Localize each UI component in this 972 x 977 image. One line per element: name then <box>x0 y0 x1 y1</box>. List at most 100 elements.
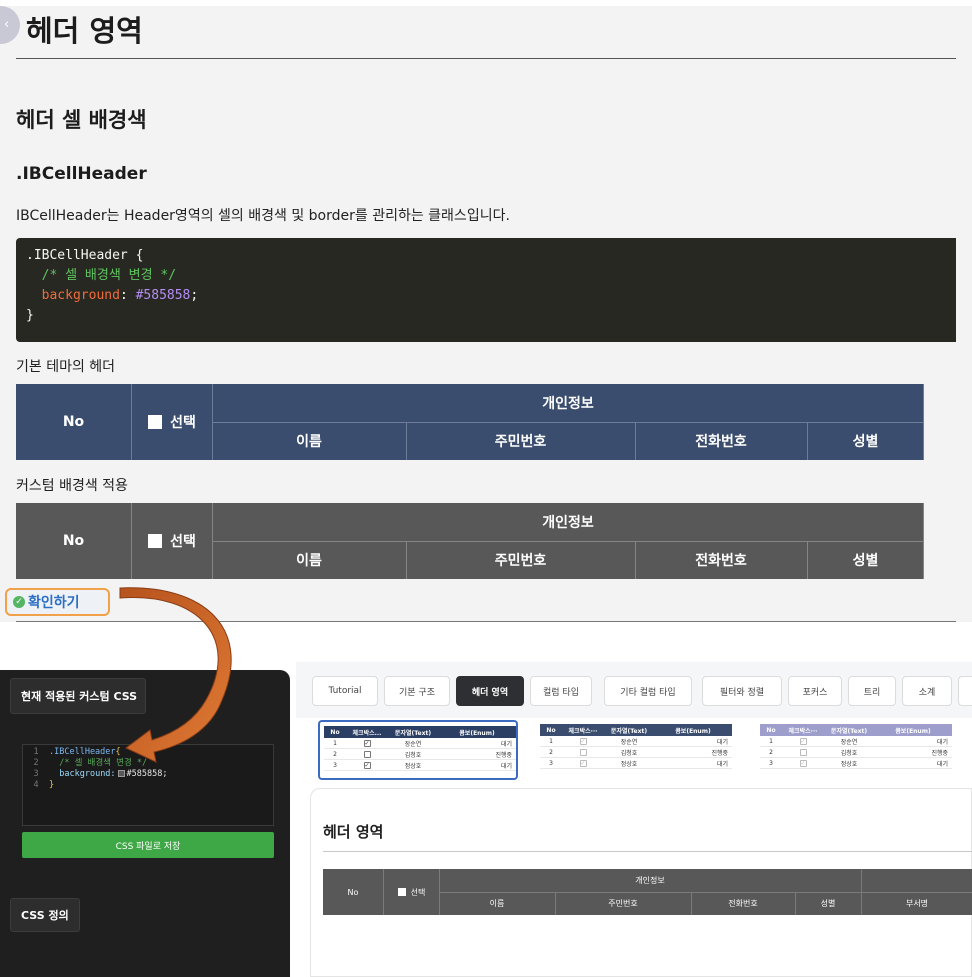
mini-grid: No 체크박스... 문자열(Text) 콤보(Enum) 1 ✓ 장순연 대기 2김… <box>324 726 516 771</box>
chevron-left-icon[interactable]: ‹ <box>0 6 20 44</box>
checkbox-checked-icon: ✓ <box>579 759 587 767</box>
mini-grid-row: 1 ✓ 장순연 대기 <box>324 738 516 749</box>
custom-bg-label: 커스텀 배경색 적용 <box>16 478 128 494</box>
mini-cell: 진행중 <box>495 751 512 759</box>
mini-cell: 2 <box>549 748 553 756</box>
mini-col-text: 문자열(Text) <box>394 729 432 737</box>
css-code-block: .IBCellHeader { /* 셀 배경색 변경 */ backgroun… <box>16 238 956 342</box>
code-value: #585858 <box>135 288 191 303</box>
tab-subtotal[interactable]: 소계 <box>902 676 952 706</box>
mini-grid-row: 1 ✓ 장순연 대기 <box>540 736 732 747</box>
mini-col-text: 문자열(Text) <box>830 727 868 735</box>
tab-filter-sort[interactable]: 필터와 정렬 <box>702 676 782 706</box>
mini-cell: 대기 <box>716 738 728 746</box>
header-select[interactable]: 선택 <box>132 384 212 460</box>
mini-grid-row: 1 ✓ 장순연 대기 <box>760 736 952 747</box>
tab-header-area[interactable]: 헤더 영역 <box>456 676 524 706</box>
page-title: 헤더 영역 <box>26 14 143 48</box>
editor-line: 2 /* 셀 배경색 변경 */ <box>23 758 273 769</box>
confirm-button[interactable]: ✓ 확인하기 <box>5 588 110 616</box>
editor-selector: .IBCellHeader <box>49 747 116 757</box>
mini-col-no: No <box>766 726 776 734</box>
grid-header: No 선택 개인정보 이름 주민번호 전화번호 성별 부서명 <box>323 869 972 915</box>
line-number: 1 <box>33 747 39 757</box>
code-colon: : <box>119 288 136 303</box>
mini-cell: 김청호 <box>840 749 858 757</box>
editor-property: background: <box>59 769 116 779</box>
header-select[interactable]: 선택 <box>132 503 212 579</box>
editor-line: 1 .IBCellHeader{ <box>23 747 273 758</box>
grid-header-select-label: 선택 <box>410 887 426 897</box>
documentation-section: ‹ 헤더 영역 헤더 셀 배경색 .IBCellHeader IBCellHea… <box>0 0 972 640</box>
line-number: 4 <box>33 780 39 790</box>
checkbox-icon[interactable] <box>148 415 163 429</box>
tab-column-type[interactable]: 컬럼 타입 <box>530 676 592 706</box>
mini-grid-row: 3 ✓ 정상호 대기 <box>324 760 516 771</box>
mini-cell: 김청호 <box>620 749 638 757</box>
code-semicolon: ; <box>190 288 199 303</box>
code-line-close: } <box>26 308 34 323</box>
confirm-button-label: 확인하기 <box>28 595 80 611</box>
mini-grid-header: No 체크박스... 문자열(Text) 콤보(Enum) <box>324 726 516 738</box>
editor-line: 4} <box>23 780 273 791</box>
header-select-label: 선택 <box>170 415 196 431</box>
header-name: 이름 <box>296 434 322 450</box>
code-line-selector: .IBCellHeader { <box>26 248 144 263</box>
mini-col-checkbox: 체크박스... <box>352 729 382 737</box>
checkbox-icon[interactable] <box>397 888 406 896</box>
mini-cell: 대기 <box>936 760 948 768</box>
mini-cell: 대기 <box>716 760 728 768</box>
checkbox-checked-icon: ✓ <box>363 739 371 747</box>
checkbox-checked-icon: ✓ <box>799 737 807 745</box>
mini-cell: 진행중 <box>711 749 728 757</box>
checkbox-icon[interactable] <box>148 534 163 548</box>
class-name-heading: .IBCellHeader <box>16 164 147 184</box>
editor-comment: /* 셀 배경색 변경 */ <box>59 758 148 768</box>
mini-col-no: No <box>546 726 556 734</box>
header-no: No <box>62 533 85 549</box>
top-margin <box>0 0 972 6</box>
mini-cell: 2 <box>769 748 773 756</box>
tab-current-css[interactable]: 현재 적용된 커스텀 CSS <box>10 678 146 714</box>
tab-other-column-type[interactable]: 기타 컬럼 타입 <box>604 676 692 706</box>
header-no: No <box>62 414 85 430</box>
grid-header-dept: 부서명 <box>905 899 929 908</box>
tab-tutorial[interactable]: Tutorial <box>312 676 378 706</box>
code-property: background <box>41 288 120 303</box>
mini-grid-row: 3 ✓ 정상호 대기 <box>540 758 732 769</box>
mini-col-combo: 콤보(Enum) <box>675 727 711 735</box>
header-gender: 성별 <box>852 553 879 569</box>
grid-header-select[interactable]: 선택 <box>384 869 439 915</box>
header-ssn: 주민번호 <box>494 434 547 450</box>
mini-grid-row: 2 김청호 진행중 <box>540 747 732 758</box>
theme-preview-2[interactable]: No 체크박스··· 문자열(Text) 콤보(Enum) 1 ✓ 장순연 대기 2김… <box>536 720 736 780</box>
grid-header-phone: 전화번호 <box>728 899 758 908</box>
checkbox-icon <box>799 748 807 756</box>
editor-value: #585858; <box>126 769 168 779</box>
css-editor[interactable]: 1 .IBCellHeader{ 2 /* 셀 배경색 변경 */ 3 backg… <box>22 744 274 826</box>
grid-header-gender: 성별 <box>820 899 836 908</box>
checkbox-checked-icon: ✓ <box>363 761 371 769</box>
divider <box>923 503 924 579</box>
theme-preview-1[interactable]: No 체크박스... 문자열(Text) 콤보(Enum) 1 ✓ 장순연 대기 2김… <box>318 720 518 780</box>
content-card: 헤더 영역 No 선택 개인정보 이름 주민번호 전화번호 성별 부서명 <box>310 788 972 977</box>
header-phone: 전화번호 <box>695 434 747 450</box>
mini-col-checkbox: 체크박스··· <box>568 727 598 735</box>
save-css-button[interactable]: CSS 파일로 저장 <box>22 832 274 858</box>
tab-css-definition[interactable]: CSS 정의 <box>10 898 80 932</box>
default-header-table: No 선택 개인정보 이름 주민번호 전화번호 성별 <box>16 384 924 460</box>
tab-tree[interactable]: 트리 <box>848 676 896 706</box>
tab-basic-structure[interactable]: 기본 구조 <box>384 676 450 706</box>
mini-cell: 1 <box>769 737 773 745</box>
theme-preview-3[interactable]: No 체크박스··· 문자열(Text) 콤보(Enum) 1 ✓ 장순연 대기 2김… <box>756 720 956 780</box>
mini-grid-header: No 체크박스··· 문자열(Text) 콤보(Enum) <box>540 724 732 736</box>
check-circle-icon: ✓ <box>13 596 25 608</box>
section-title: 헤더 셀 배경색 <box>16 108 147 132</box>
tab-more[interactable] <box>958 676 972 706</box>
mini-cell: 1 <box>333 739 337 747</box>
tab-focus[interactable]: 포커스 <box>788 676 842 706</box>
mini-cell: 정상호 <box>404 762 422 770</box>
mini-cell: 장순연 <box>620 738 638 746</box>
mini-grid: No 체크박스··· 문자열(Text) 콤보(Enum) 1 ✓ 장순연 대기 2김… <box>540 724 732 769</box>
header-ssn: 주민번호 <box>494 553 547 569</box>
